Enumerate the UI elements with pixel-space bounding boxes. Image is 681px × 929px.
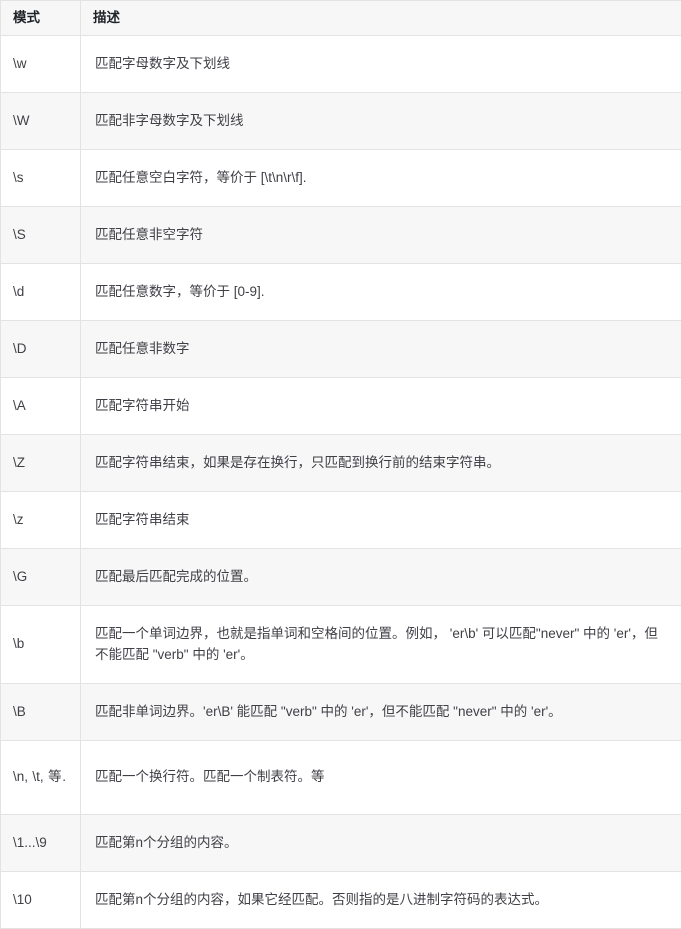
- cell-description: 匹配最后匹配完成的位置。: [81, 549, 681, 606]
- table-row: \s 匹配任意空白字符，等价于 [\t\n\r\f].: [1, 150, 681, 207]
- cell-pattern: \A: [1, 378, 81, 435]
- cell-pattern: \W: [1, 93, 81, 150]
- cell-pattern: \G: [1, 549, 81, 606]
- table-row: \A 匹配字符串开始: [1, 378, 681, 435]
- cell-description: 匹配任意非空字符: [81, 207, 681, 264]
- cell-pattern: \w: [1, 36, 81, 93]
- cell-description: 匹配第n个分组的内容，如果它经匹配。否则指的是八进制字符码的表达式。: [81, 872, 681, 929]
- cell-pattern: \B: [1, 684, 81, 741]
- table-row: \G 匹配最后匹配完成的位置。: [1, 549, 681, 606]
- cell-pattern: \n, \t, 等.: [1, 741, 81, 815]
- table-row: \z 匹配字符串结束: [1, 492, 681, 549]
- cell-description: 匹配任意数字，等价于 [0-9].: [81, 264, 681, 321]
- table-row: \Z 匹配字符串结束，如果是存在换行，只匹配到换行前的结束字符串。: [1, 435, 681, 492]
- cell-pattern: \10: [1, 872, 81, 929]
- table-row: \d 匹配任意数字，等价于 [0-9].: [1, 264, 681, 321]
- table-body: \w 匹配字母数字及下划线 \W 匹配非字母数字及下划线 \s 匹配任意空白字符…: [1, 36, 681, 929]
- cell-description: 匹配非字母数字及下划线: [81, 93, 681, 150]
- column-header-description: 描述: [81, 1, 681, 36]
- cell-pattern: \1...\9: [1, 815, 81, 872]
- cell-pattern: \S: [1, 207, 81, 264]
- cell-description: 匹配一个单词边界，也就是指单词和空格间的位置。例如， 'er\b' 可以匹配"n…: [81, 606, 681, 684]
- cell-description: 匹配字符串结束: [81, 492, 681, 549]
- cell-description: 匹配任意空白字符，等价于 [\t\n\r\f].: [81, 150, 681, 207]
- table-row: \D 匹配任意非数字: [1, 321, 681, 378]
- cell-description: 匹配一个换行符。匹配一个制表符。等: [81, 741, 681, 815]
- table-row: \n, \t, 等. 匹配一个换行符。匹配一个制表符。等: [1, 741, 681, 815]
- cell-description: 匹配任意非数字: [81, 321, 681, 378]
- cell-description: 匹配非单词边界。'er\B' 能匹配 "verb" 中的 'er'，但不能匹配 …: [81, 684, 681, 741]
- table-row: \B 匹配非单词边界。'er\B' 能匹配 "verb" 中的 'er'，但不能…: [1, 684, 681, 741]
- table-row: \S 匹配任意非空字符: [1, 207, 681, 264]
- cell-description: 匹配字母数字及下划线: [81, 36, 681, 93]
- table-header-row: 模式 描述: [1, 1, 681, 36]
- cell-pattern: \b: [1, 606, 81, 684]
- cell-description: 匹配字符串结束，如果是存在换行，只匹配到换行前的结束字符串。: [81, 435, 681, 492]
- column-header-pattern: 模式: [1, 1, 81, 36]
- table-row: \w 匹配字母数字及下划线: [1, 36, 681, 93]
- cell-pattern: \s: [1, 150, 81, 207]
- cell-pattern: \d: [1, 264, 81, 321]
- cell-description: 匹配第n个分组的内容。: [81, 815, 681, 872]
- table-row: \b 匹配一个单词边界，也就是指单词和空格间的位置。例如， 'er\b' 可以匹…: [1, 606, 681, 684]
- regex-pattern-table: 模式 描述 \w 匹配字母数字及下划线 \W 匹配非字母数字及下划线 \s 匹配…: [0, 0, 681, 929]
- cell-pattern: \D: [1, 321, 81, 378]
- table-row: \1...\9 匹配第n个分组的内容。: [1, 815, 681, 872]
- cell-pattern: \Z: [1, 435, 81, 492]
- cell-description: 匹配字符串开始: [81, 378, 681, 435]
- table-header: 模式 描述: [1, 1, 681, 36]
- cell-pattern: \z: [1, 492, 81, 549]
- table-row: \10 匹配第n个分组的内容，如果它经匹配。否则指的是八进制字符码的表达式。: [1, 872, 681, 929]
- table-row: \W 匹配非字母数字及下划线: [1, 93, 681, 150]
